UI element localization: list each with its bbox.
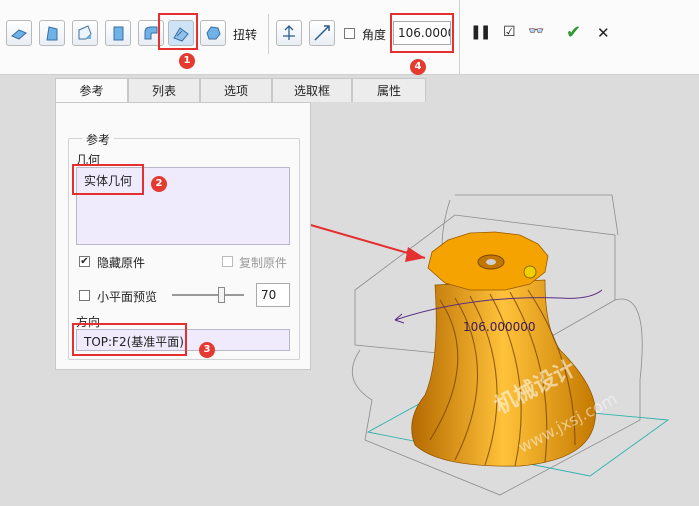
- small-plane-checkbox[interactable]: [79, 290, 90, 301]
- small-plane-input[interactable]: 70: [256, 283, 290, 307]
- small-plane-slider[interactable]: [172, 294, 244, 296]
- group-title: 参考: [82, 131, 115, 148]
- dimension-label: 106.000000: [463, 320, 536, 334]
- small-plane-slider-thumb[interactable]: [218, 287, 225, 303]
- copy-original-label: 复制原件: [239, 256, 288, 270]
- copy-original-checkbox: [222, 256, 233, 267]
- hide-original-checkbox[interactable]: ✔: [79, 256, 90, 267]
- step-badge-3: 3: [199, 342, 215, 358]
- hide-original-label: 隐藏原件: [97, 256, 146, 270]
- highlight-geometry: [72, 164, 144, 195]
- small-plane-label: 小平面预览: [97, 290, 158, 304]
- highlight-direction: [72, 323, 187, 356]
- step-badge-2: 2: [151, 176, 167, 192]
